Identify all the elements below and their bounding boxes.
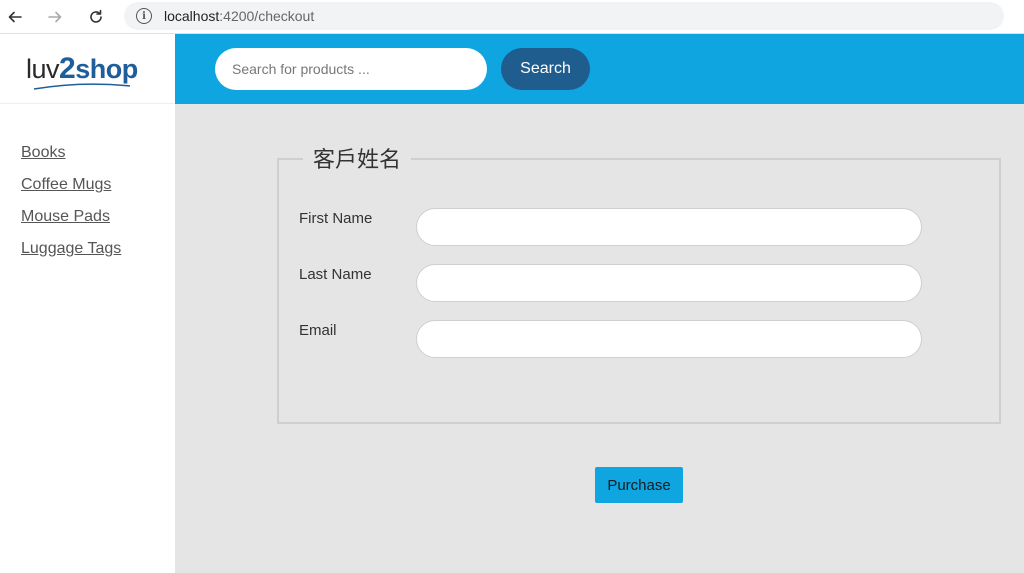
search-button[interactable]: Search xyxy=(501,48,590,90)
sidebar-link-books[interactable]: Books xyxy=(21,144,65,161)
email-field[interactable] xyxy=(416,320,922,358)
logo-area: luv2shop xyxy=(0,34,175,104)
forward-button[interactable] xyxy=(42,4,68,30)
header: Search xyxy=(175,34,1024,104)
arrow-left-icon xyxy=(8,11,22,23)
reload-button[interactable] xyxy=(83,4,109,30)
form-row-first-name: First Name xyxy=(299,208,939,246)
reload-icon xyxy=(90,9,102,23)
url-host: localhost xyxy=(164,8,220,24)
email-label: Email xyxy=(299,322,337,339)
form-row-last-name: Last Name xyxy=(299,264,939,302)
sidebar-link-mouse-pads[interactable]: Mouse Pads xyxy=(21,208,110,225)
logo-part-shop: shop xyxy=(75,53,138,84)
category-menu: Books Coffee Mugs Mouse Pads Luggage Tag… xyxy=(0,104,175,270)
sidebar-item-luggage-tags: Luggage Tags xyxy=(21,238,175,270)
arrow-right-icon xyxy=(48,11,62,23)
sidebar-link-coffee-mugs[interactable]: Coffee Mugs xyxy=(21,176,111,193)
url-text: localhost:4200/checkout xyxy=(164,8,314,24)
url-path: :4200/checkout xyxy=(219,8,315,24)
first-name-label: First Name xyxy=(299,210,373,227)
last-name-label: Last Name xyxy=(299,266,372,283)
checkout-main: 客戶姓名 First Name Last Name Email Purchase xyxy=(175,104,1024,573)
sidebar-item-mouse-pads: Mouse Pads xyxy=(21,206,175,238)
logo-part-luv: luv xyxy=(26,53,60,84)
address-bar[interactable]: i localhost:4200/checkout xyxy=(124,2,1004,30)
back-button[interactable] xyxy=(2,4,28,30)
browser-toolbar: i localhost:4200/checkout xyxy=(0,0,1024,34)
sidebar-link-luggage-tags[interactable]: Luggage Tags xyxy=(21,240,121,257)
info-icon[interactable]: i xyxy=(136,8,152,24)
logo-swoosh-icon xyxy=(33,82,131,90)
last-name-field[interactable] xyxy=(416,264,922,302)
customer-fieldset: 客戶姓名 First Name Last Name Email xyxy=(277,142,1001,424)
first-name-field[interactable] xyxy=(416,208,922,246)
sidebar-item-coffee-mugs: Coffee Mugs xyxy=(21,174,175,206)
purchase-button[interactable]: Purchase xyxy=(595,467,683,503)
sidebar-item-books: Books xyxy=(21,142,175,174)
logo[interactable]: luv2shop xyxy=(26,51,138,90)
search-input[interactable] xyxy=(215,48,487,90)
form-row-email: Email xyxy=(299,320,939,358)
fieldset-legend: 客戶姓名 xyxy=(303,142,412,174)
sidebar: luv2shop Books Coffee Mugs Mouse Pads Lu… xyxy=(0,34,175,573)
logo-part-two: 2 xyxy=(59,51,76,85)
